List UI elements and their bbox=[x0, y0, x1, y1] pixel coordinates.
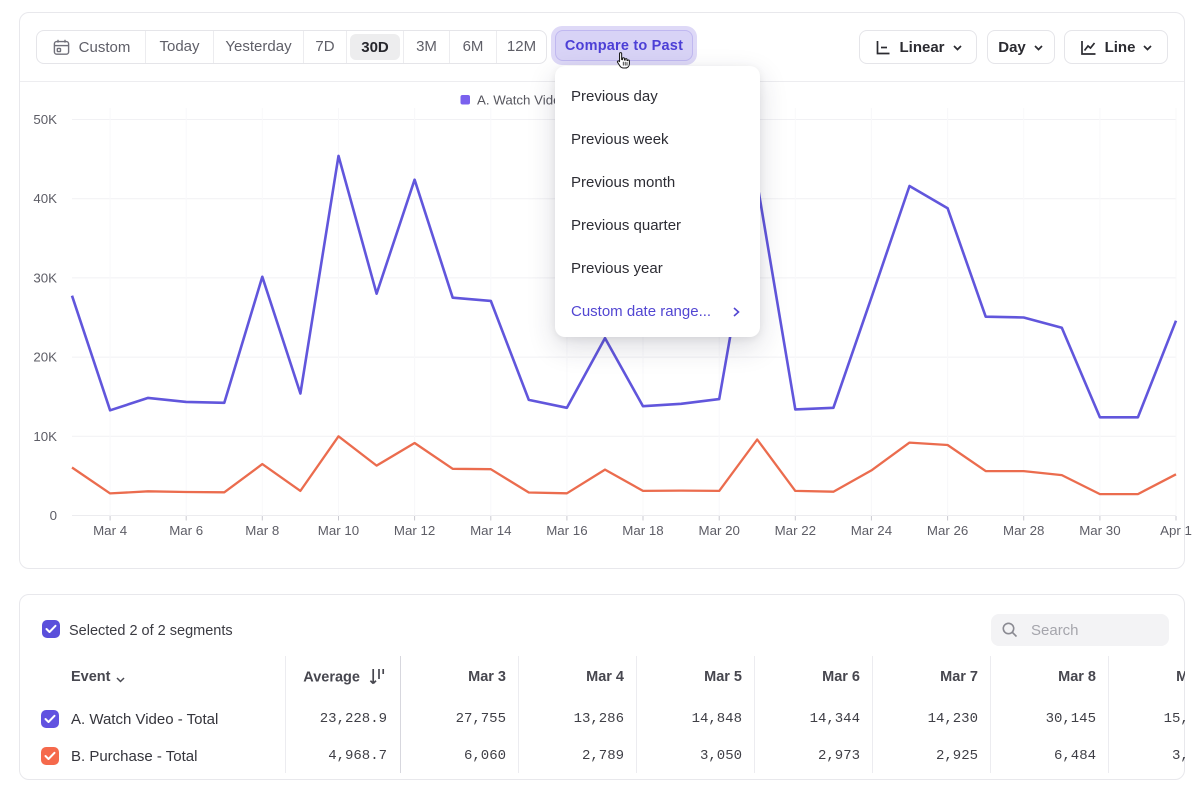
svg-text:Mar 8: Mar 8 bbox=[245, 523, 279, 538]
svg-text:Mar 30: Mar 30 bbox=[1079, 523, 1120, 538]
svg-text:0: 0 bbox=[50, 508, 57, 523]
svg-text:Mar 16: Mar 16 bbox=[546, 523, 587, 538]
svg-text:Mar 22: Mar 22 bbox=[775, 523, 816, 538]
svg-text:Apr 1: Apr 1 bbox=[1160, 523, 1192, 538]
svg-text:Mar 28: Mar 28 bbox=[1003, 523, 1044, 538]
svg-text:Mar 24: Mar 24 bbox=[851, 523, 892, 538]
svg-text:Mar 6: Mar 6 bbox=[169, 523, 203, 538]
svg-text:10K: 10K bbox=[33, 429, 57, 444]
svg-text:Mar 4: Mar 4 bbox=[93, 523, 127, 538]
svg-text:Mar 12: Mar 12 bbox=[394, 523, 435, 538]
svg-text:40K: 40K bbox=[33, 191, 57, 206]
svg-text:Mar 14: Mar 14 bbox=[470, 523, 511, 538]
svg-text:Mar 26: Mar 26 bbox=[927, 523, 968, 538]
svg-text:Mar 20: Mar 20 bbox=[699, 523, 740, 538]
svg-text:50K: 50K bbox=[33, 112, 57, 127]
svg-text:30K: 30K bbox=[33, 270, 57, 285]
svg-text:20K: 20K bbox=[33, 350, 57, 365]
svg-text:Mar 18: Mar 18 bbox=[622, 523, 663, 538]
svg-text:Mar 10: Mar 10 bbox=[318, 523, 359, 538]
